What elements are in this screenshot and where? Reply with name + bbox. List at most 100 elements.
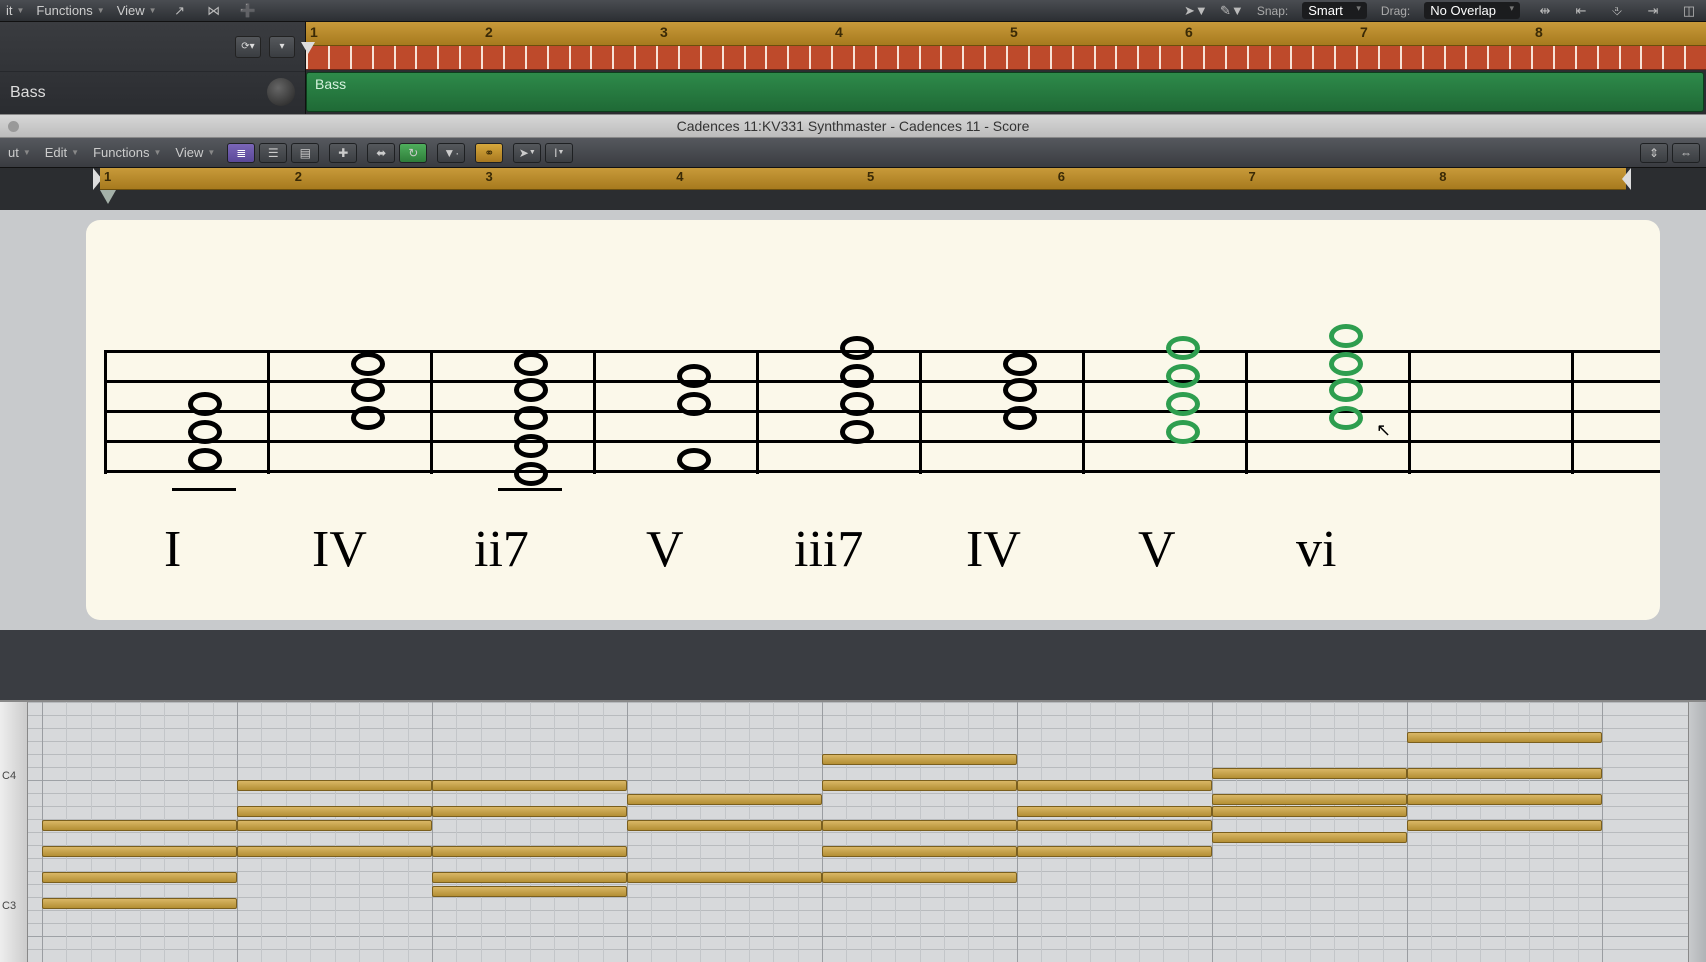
midi-note[interactable]	[1212, 832, 1407, 843]
plus-icon[interactable]: ➕	[237, 3, 259, 19]
notehead[interactable]	[1329, 352, 1363, 376]
notehead[interactable]	[188, 392, 222, 416]
notehead[interactable]	[1329, 406, 1363, 430]
crossfade-icon[interactable]: ⇹	[1534, 3, 1556, 19]
midi-note[interactable]	[1212, 794, 1407, 805]
zoom-vertical-button[interactable]: ⇕	[1640, 143, 1668, 163]
pointer-tool-icon[interactable]: ➤▼	[1185, 3, 1207, 19]
score-playhead[interactable]	[100, 190, 116, 204]
score-text-tool[interactable]: I▼	[545, 143, 573, 163]
notehead[interactable]	[677, 364, 711, 388]
cycle-button[interactable]: ⟳▾	[235, 36, 261, 58]
chord-symbol[interactable]: ii7	[474, 520, 529, 579]
midi-note[interactable]	[1407, 794, 1602, 805]
notehead[interactable]	[188, 448, 222, 472]
arrange-ruler[interactable]: 123456789	[306, 22, 1706, 46]
notehead[interactable]	[351, 406, 385, 430]
midi-note[interactable]	[432, 780, 627, 791]
score-paper[interactable]: IIVii7Viii7IVVvi ↖	[86, 220, 1660, 620]
notehead[interactable]	[514, 462, 548, 486]
midi-note[interactable]	[1407, 820, 1602, 831]
midi-note[interactable]	[237, 780, 432, 791]
zoom-horizontal-button[interactable]: ⇔	[1672, 143, 1700, 163]
piano-roll-grid[interactable]	[28, 702, 1688, 962]
notehead[interactable]	[1003, 378, 1037, 402]
automation-icon[interactable]: ↗	[169, 3, 191, 19]
score-menu-functions[interactable]: Functions▼	[91, 145, 163, 160]
midi-note[interactable]	[627, 872, 822, 883]
midi-note[interactable]	[822, 846, 1017, 857]
midi-note[interactable]	[627, 820, 822, 831]
close-icon[interactable]	[8, 121, 19, 132]
insert-tool-button[interactable]: ✚	[329, 143, 357, 163]
chord-symbol[interactable]: vi	[1296, 520, 1336, 579]
chord-symbol[interactable]: IV	[966, 520, 1021, 579]
chord-symbol[interactable]: I	[164, 520, 181, 579]
score-pointer-tool[interactable]: ➤▼	[513, 143, 541, 163]
piano-keyboard[interactable]: C4C3	[0, 702, 28, 962]
split-icon[interactable]: ⎀	[1606, 3, 1628, 19]
midi-out-button[interactable]: ↻	[399, 143, 427, 163]
chord-symbol[interactable]: iii7	[794, 520, 863, 579]
notehead[interactable]	[1329, 324, 1363, 348]
notehead[interactable]	[188, 420, 222, 444]
notehead[interactable]	[1003, 406, 1037, 430]
catch-button[interactable]: ▾	[269, 36, 295, 58]
notehead[interactable]	[514, 434, 548, 458]
notehead[interactable]	[1166, 392, 1200, 416]
menu-functions[interactable]: Functions▼	[36, 3, 104, 18]
filter-button[interactable]: ▼·	[437, 143, 465, 163]
notehead[interactable]	[840, 336, 874, 360]
view-linear-button[interactable]: ≣	[227, 143, 255, 163]
notehead[interactable]	[1003, 352, 1037, 376]
chord-symbol[interactable]: IV	[312, 520, 367, 579]
midi-note[interactable]	[432, 872, 627, 883]
midi-note[interactable]	[1212, 768, 1407, 779]
track-pan-knob[interactable]	[267, 78, 295, 106]
midi-note[interactable]	[237, 806, 432, 817]
midi-note[interactable]	[822, 872, 1017, 883]
notehead[interactable]	[840, 392, 874, 416]
midi-note[interactable]	[822, 754, 1017, 765]
notehead[interactable]	[1329, 378, 1363, 402]
view-wrapped-button[interactable]: ▤	[291, 143, 319, 163]
notehead[interactable]	[1166, 420, 1200, 444]
view-page-button[interactable]: ☰	[259, 143, 287, 163]
vertical-scrollbar[interactable]	[1688, 702, 1706, 962]
midi-note[interactable]	[237, 846, 432, 857]
midi-note[interactable]	[1407, 768, 1602, 779]
notehead[interactable]	[351, 352, 385, 376]
midi-note[interactable]	[42, 872, 237, 883]
menu-view[interactable]: View▼	[117, 3, 157, 18]
zoom-icon[interactable]: ◫	[1678, 3, 1700, 19]
region-bass[interactable]: Bass	[306, 72, 1704, 112]
notehead[interactable]	[677, 448, 711, 472]
loop-end-marker[interactable]	[1622, 168, 1631, 190]
playhead-marker[interactable]	[301, 42, 315, 54]
score-menu-layout[interactable]: ut▼	[6, 145, 33, 160]
notehead[interactable]	[514, 406, 548, 430]
chord-symbol[interactable]: V	[646, 520, 684, 579]
notehead[interactable]	[677, 392, 711, 416]
notehead[interactable]	[840, 420, 874, 444]
beat-ruler[interactable]	[306, 46, 1706, 70]
notehead[interactable]	[1166, 364, 1200, 388]
midi-note[interactable]	[432, 846, 627, 857]
track-header[interactable]: ⟳▾ ▾ Bass	[0, 22, 306, 114]
midi-note[interactable]	[627, 794, 822, 805]
midi-note[interactable]	[1407, 732, 1602, 743]
midi-note[interactable]	[822, 820, 1017, 831]
notehead[interactable]	[351, 378, 385, 402]
score-menu-view[interactable]: View▼	[173, 145, 217, 160]
nudge-right-icon[interactable]: ⇥	[1642, 3, 1664, 19]
notehead[interactable]	[840, 364, 874, 388]
score-window-titlebar[interactable]: Cadences 11:KV331 Synthmaster - Cadences…	[0, 114, 1706, 138]
midi-note[interactable]	[42, 820, 237, 831]
midi-note[interactable]	[237, 820, 432, 831]
notehead[interactable]	[1166, 336, 1200, 360]
midi-note[interactable]	[822, 780, 1017, 791]
notehead[interactable]	[514, 378, 548, 402]
midi-note[interactable]	[432, 886, 627, 897]
midi-note[interactable]	[1017, 820, 1212, 831]
link-button[interactable]: ⚭	[475, 143, 503, 163]
